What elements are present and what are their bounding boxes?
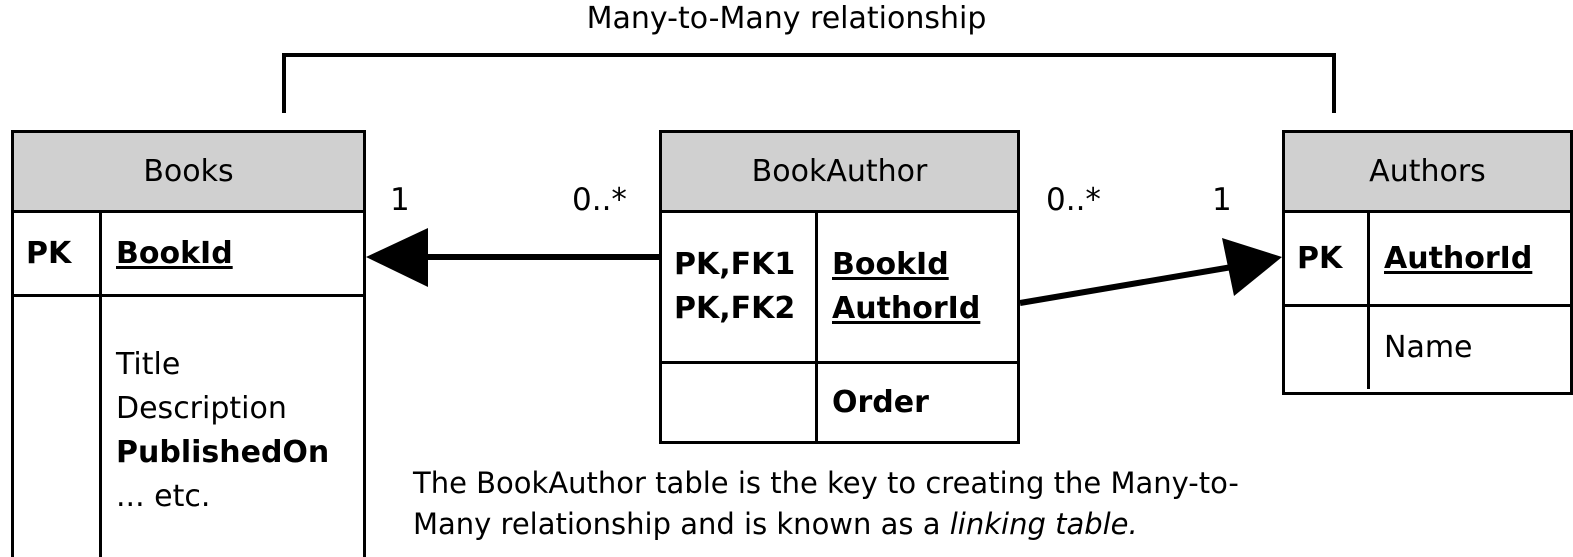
entity-bookauthor-key-1: PK,FK2 (674, 291, 796, 326)
cardinality-authors-side: 1 (1212, 182, 1232, 218)
entity-books-attr-0: BookId (116, 235, 233, 271)
entity-authors-attr-0: AuthorId (1384, 240, 1533, 276)
entity-authors-key-column-empty (1285, 307, 1370, 389)
entity-books-key-0: PK (26, 235, 72, 271)
entity-bookauthor-attr-0: BookId (832, 247, 949, 282)
entity-books[interactable]: Books PK BookId Title Description Publis… (11, 130, 366, 557)
diagram-title: Many-to-Many relationship (586, 1, 987, 36)
entity-authors-key-0: PK (1297, 240, 1343, 276)
entity-bookauthor-title: BookAuthor (662, 133, 1017, 213)
entity-bookauthor-key-column: PK,FK1 PK,FK2 (662, 213, 818, 361)
linking-table-note: The BookAuthor table is the key to creat… (413, 463, 1313, 545)
entity-books-field-column: Title Description PublishedOn ... etc. (102, 297, 363, 557)
entity-authors-title: Authors (1285, 133, 1570, 213)
entity-authors-key-column: PK (1285, 213, 1370, 304)
entity-books-field-1: Description (116, 391, 287, 426)
entity-books-title: Books (14, 133, 363, 213)
cardinality-books-side: 1 (390, 182, 410, 218)
entity-books-field-3: ... etc. (116, 479, 211, 514)
entity-authors-section-fields: Name (1285, 304, 1570, 389)
entity-bookauthor-section-fields: Order (662, 361, 1017, 441)
entity-bookauthor-field-column: Order (818, 364, 1017, 441)
entity-authors-attr-column: AuthorId (1370, 213, 1570, 304)
entity-authors-field-column: Name (1370, 307, 1570, 389)
relationship-bookauthor-to-books (366, 228, 659, 287)
entity-authors-section-keys: PK AuthorId (1285, 213, 1570, 304)
entity-books-attr-column: BookId (102, 213, 363, 294)
entity-bookauthor-attr-column: BookId AuthorId (818, 213, 1017, 361)
entity-books-key-column: PK (14, 213, 102, 294)
entity-books-field-2: PublishedOn (116, 435, 330, 470)
er-diagram-canvas: Many-to-Many relationship Books PK BookI… (0, 0, 1573, 557)
entity-bookauthor-section-keys: PK,FK1 PK,FK2 BookId AuthorId (662, 213, 1017, 361)
entity-books-key-column-empty (14, 297, 102, 557)
entity-books-field-0: Title (116, 347, 181, 382)
entity-bookauthor-key-column-empty (662, 364, 818, 441)
entity-authors-field-0: Name (1384, 330, 1473, 365)
entity-authors[interactable]: Authors PK AuthorId Name (1282, 130, 1573, 395)
entity-bookauthor-field-0: Order (832, 384, 929, 420)
cardinality-bookauthor-right: 0..* (1046, 182, 1101, 218)
entity-books-section-fields: Title Description PublishedOn ... etc. (14, 294, 363, 557)
cardinality-bookauthor-left: 0..* (572, 182, 627, 218)
entity-books-section-keys: PK BookId (14, 213, 363, 294)
relationship-bookauthor-to-authors (1019, 238, 1282, 306)
entity-bookauthor-attr-1: AuthorId (832, 291, 981, 326)
entity-bookauthor[interactable]: BookAuthor PK,FK1 PK,FK2 BookId AuthorId… (659, 130, 1020, 444)
linking-table-note-emphasis: linking table. (949, 507, 1138, 541)
entity-bookauthor-key-0: PK,FK1 (674, 247, 796, 282)
